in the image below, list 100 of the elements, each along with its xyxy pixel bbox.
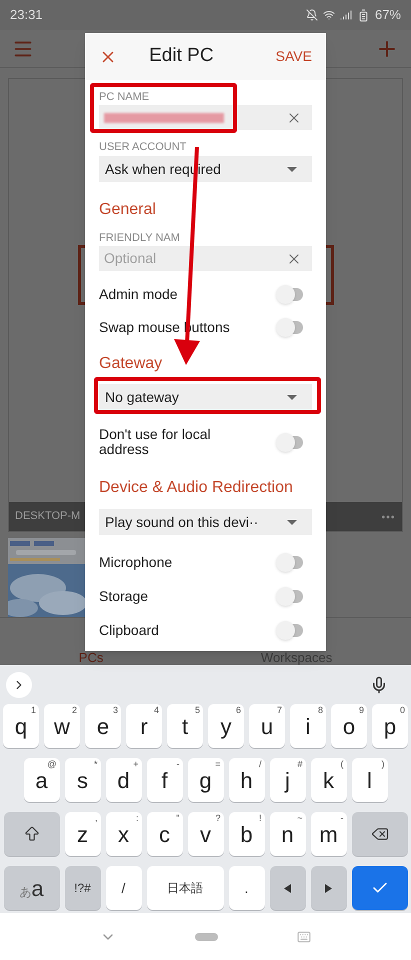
key-hint: - [340, 813, 344, 823]
key[interactable]: z , [64, 812, 100, 856]
shift-key[interactable] [4, 812, 60, 856]
key-hint: , [94, 813, 98, 823]
key[interactable]: p 0 [372, 704, 408, 748]
backspace-icon [370, 825, 388, 843]
key-hint: : [136, 813, 138, 823]
pc-name: DESKTOP-M [15, 509, 80, 524]
dialog-title: Edit PC [149, 44, 214, 68]
microphone-icon[interactable] [370, 676, 388, 694]
input-mode-key[interactable]: あa [4, 866, 60, 910]
field-label: USER ACCOUNT [99, 141, 188, 153]
key-hint: # [297, 759, 302, 769]
battery-level: 67% [374, 6, 401, 24]
key-hint: ( [340, 759, 344, 769]
key[interactable]: k ( [310, 758, 346, 802]
keyboard-icon[interactable] [297, 930, 312, 944]
section-heading: Gateway [99, 354, 164, 374]
key[interactable]: s * [64, 758, 100, 802]
key-hint: ? [215, 813, 220, 823]
key[interactable]: r 4 [126, 704, 162, 748]
key-hint: " [176, 813, 180, 823]
key[interactable]: u 7 [249, 704, 285, 748]
key[interactable]: i 8 [290, 704, 326, 748]
key[interactable]: y 6 [208, 704, 244, 748]
toggle-switch[interactable] [276, 586, 304, 606]
shift-icon [22, 825, 40, 843]
key[interactable]: h / [228, 758, 264, 802]
setting-label: Don't use for local address [99, 427, 212, 457]
dropdown-caret-icon [287, 394, 297, 400]
key[interactable]: f - [146, 758, 182, 802]
cursor-right-key[interactable] [310, 866, 346, 910]
expand-button[interactable] [6, 672, 32, 698]
key[interactable]: w 2 [44, 704, 80, 748]
key-hint: ~ [297, 813, 302, 823]
key[interactable]: o 9 [331, 704, 367, 748]
space-key[interactable]: 日本語 [146, 866, 224, 910]
key-hint: 0 [400, 705, 405, 715]
save-button[interactable]: SAVE [276, 46, 312, 67]
key-hint: 3 [112, 705, 118, 715]
key-hint: = [215, 759, 220, 769]
key-hint: ! [258, 813, 262, 823]
home-pill[interactable] [194, 932, 218, 940]
key[interactable]: x : [106, 812, 142, 856]
key[interactable]: m - [310, 812, 346, 856]
toggle-switch[interactable] [276, 620, 304, 640]
key-hint: 8 [318, 705, 323, 715]
dropdown-caret-icon [287, 520, 297, 524]
key[interactable]: j # [270, 758, 306, 802]
key-hint: 4 [154, 705, 159, 715]
key[interactable]: l ) [352, 758, 388, 802]
key[interactable]: . [228, 866, 264, 910]
key[interactable]: a @ [24, 758, 60, 802]
key[interactable]: / [106, 866, 142, 910]
key[interactable]: g = [188, 758, 224, 802]
key-hint: @ [47, 759, 56, 769]
bell-off-icon [306, 9, 318, 21]
field-label: FRIENDLY NAM [99, 232, 181, 244]
section-heading: General [99, 200, 157, 220]
setting-label: Storage [99, 588, 150, 604]
backspace-key[interactable] [352, 812, 408, 856]
toggle-switch[interactable] [276, 432, 304, 452]
toggle-switch[interactable] [276, 284, 304, 304]
placeholder-text: Optional [104, 249, 156, 268]
key[interactable]: c " [146, 812, 182, 856]
symbols-key[interactable]: !?# [64, 866, 100, 910]
dropdown-caret-icon [287, 166, 297, 172]
key-hint: * [94, 759, 98, 769]
section-heading: Device & Audio Redirection [99, 478, 294, 498]
key-hint: 6 [236, 705, 241, 715]
key[interactable]: e 3 [85, 704, 121, 748]
key-hint: 7 [276, 705, 282, 715]
input-field[interactable] [99, 105, 312, 130]
key-hint: ) [382, 759, 384, 769]
setting-label: Admin mode [99, 286, 179, 302]
field-label: PC NAME [99, 91, 150, 103]
dropdown[interactable]: Play sound on this devi·· [99, 509, 312, 535]
key[interactable]: b ! [228, 812, 264, 856]
status-bar: 23:31 67% [0, 0, 411, 30]
key[interactable]: t 5 [167, 704, 203, 748]
key-hint: / [258, 759, 262, 769]
key-hint: 2 [72, 705, 77, 715]
key[interactable]: v ? [188, 812, 224, 856]
setting-label: Microphone [99, 554, 174, 570]
right-triangle-icon [325, 884, 332, 892]
key-hint: + [133, 759, 138, 769]
key-hint: - [176, 759, 180, 769]
dropdown[interactable]: No gateway [99, 384, 312, 410]
toggle-switch[interactable] [276, 552, 304, 572]
key[interactable]: q 1 [3, 704, 39, 748]
key-hint: 1 [30, 705, 36, 715]
key[interactable]: n ~ [270, 812, 306, 856]
setting-label: Clipboard [99, 622, 160, 638]
key-hint: 9 [358, 705, 364, 715]
cursor-left-key[interactable] [270, 866, 306, 910]
battery-icon [356, 8, 370, 22]
key[interactable]: d + [106, 758, 142, 802]
enter-key[interactable] [352, 866, 408, 910]
left-triangle-icon [284, 884, 291, 892]
toggle-switch[interactable] [276, 317, 304, 337]
